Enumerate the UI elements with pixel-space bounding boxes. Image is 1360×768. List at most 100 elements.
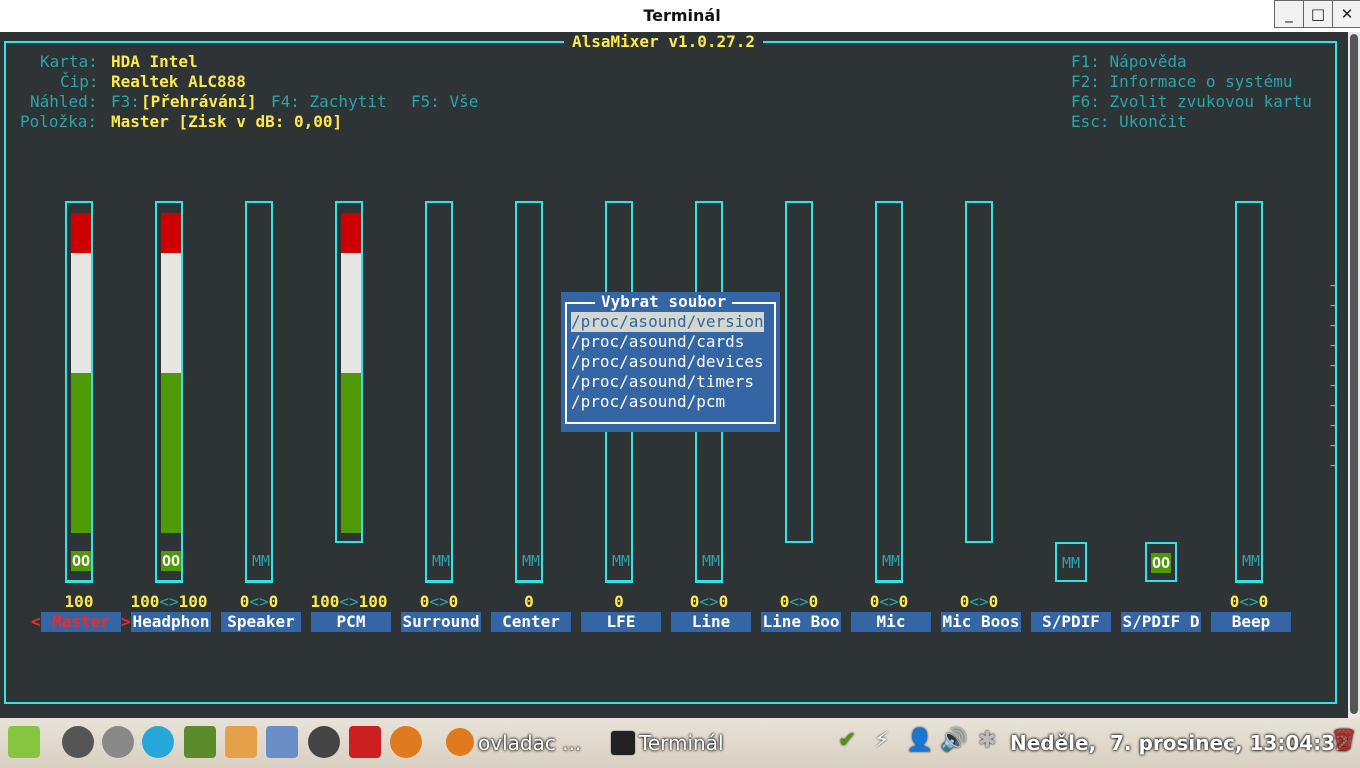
volume-bar[interactable]	[1235, 201, 1263, 583]
mute-toggle[interactable]: MM	[875, 542, 903, 582]
mute-state: MM	[881, 552, 901, 570]
volume-bar[interactable]	[245, 201, 273, 583]
selection-marker-left: <	[31, 612, 41, 631]
level-value: 0<>0	[959, 592, 999, 611]
channel-name[interactable]: S/PDIF	[1031, 612, 1111, 632]
view-f3-value[interactable]: [Přehrávání]	[141, 92, 257, 112]
scrollbar-thumb[interactable]	[1350, 34, 1358, 714]
minimize-button[interactable]: _	[1274, 0, 1304, 28]
window-titlebar: Terminál _ □ ✕	[0, 0, 1360, 33]
scroll-indicator: → → → → → → → → → →	[1330, 278, 1338, 472]
volume-bar[interactable]	[515, 201, 543, 583]
volume-fill	[161, 253, 181, 373]
system-info-key[interactable]: F2: Informace o systému	[1071, 72, 1293, 92]
clock[interactable]: Neděle, 7. prosinec, 13:04:32	[1010, 731, 1349, 755]
mute-toggle[interactable]: MM	[515, 542, 543, 582]
level-value: 100<>100	[130, 592, 208, 611]
mint-menu-icon[interactable]	[8, 726, 40, 758]
quit-key[interactable]: Esc: Ukončit	[1071, 112, 1187, 132]
mute-toggle[interactable]: MM	[1055, 542, 1087, 582]
selection-marker-right: >	[121, 612, 131, 631]
user-icon[interactable]: 👤	[906, 728, 933, 753]
volume-bar[interactable]	[875, 201, 903, 583]
dialog-item-version[interactable]: /proc/asound/version	[571, 312, 764, 332]
mute-state: MM	[611, 552, 631, 570]
ubuntu-icon[interactable]	[184, 726, 216, 758]
speaker-app-icon[interactable]	[308, 726, 340, 758]
channel-name[interactable]: Master	[41, 612, 121, 632]
channel-name[interactable]: Beep	[1211, 612, 1291, 632]
terminal-scrollbar[interactable]	[1348, 32, 1360, 718]
image-viewer-icon[interactable]	[225, 726, 257, 758]
channel-name[interactable]: Mic Boos	[941, 612, 1021, 632]
task-firefox-icon[interactable]	[446, 728, 474, 756]
channel-name[interactable]: Line	[671, 612, 751, 632]
camera-icon[interactable]	[62, 726, 94, 758]
help-key[interactable]: F1: Nápověda	[1071, 52, 1187, 72]
bluetooth-icon[interactable]: ✱	[978, 728, 996, 753]
dialog-item-pcm[interactable]: /proc/asound/pcm	[571, 392, 725, 412]
mute-toggle[interactable]: MM	[425, 542, 453, 582]
channel-name[interactable]: Line Boo	[761, 612, 841, 632]
level-value: 0	[524, 592, 534, 611]
task-firefox[interactable]: ovladac ...	[478, 731, 581, 755]
volume-icon[interactable]: 🔊	[940, 728, 967, 753]
trash-icon[interactable]: 🗑	[1330, 728, 1358, 753]
network-icon[interactable]: ⚡	[874, 728, 889, 753]
speedometer-icon[interactable]	[102, 726, 134, 758]
opera-icon[interactable]	[349, 726, 381, 758]
card-label: Karta:	[40, 52, 98, 71]
select-file-dialog: Vybrat soubor /proc/asound/version /proc…	[561, 292, 780, 432]
firefox-icon[interactable]	[390, 726, 422, 758]
volume-bar[interactable]	[965, 201, 993, 543]
volume-bar[interactable]	[425, 201, 453, 583]
close-button[interactable]: ✕	[1332, 0, 1360, 28]
dialog-item-timers[interactable]: /proc/asound/timers	[571, 372, 754, 392]
channel-name[interactable]: S/PDIF D	[1121, 612, 1201, 632]
dialog-title: Vybrat soubor	[595, 292, 733, 312]
dialog-item-cards[interactable]: /proc/asound/cards	[571, 332, 744, 352]
level-value: 0<>0	[779, 592, 819, 611]
channel-name[interactable]: PCM	[311, 612, 391, 632]
dialog-item-devices[interactable]: /proc/asound/devices	[571, 352, 764, 372]
volume-bar[interactable]	[65, 201, 93, 583]
task-terminal[interactable]: Terminál	[639, 731, 724, 755]
mute-state: OO	[71, 551, 91, 571]
window-title: Terminál	[643, 6, 721, 25]
mute-toggle[interactable]: MM	[695, 542, 723, 582]
channel-name[interactable]: Speaker	[221, 612, 301, 632]
update-shield-icon[interactable]: ✔	[838, 728, 856, 753]
channel-name[interactable]: Surround	[401, 612, 481, 632]
volume-bar[interactable]	[785, 201, 813, 543]
view-f5[interactable]: F5: Vše	[411, 92, 478, 112]
mixer-title: AlsaMixer v1.0.27.2	[564, 32, 764, 52]
volume-bar[interactable]	[335, 201, 363, 543]
mute-toggle[interactable]: MM	[1235, 542, 1263, 582]
volume-fill	[71, 253, 91, 373]
volume-fill	[161, 373, 181, 533]
volume-fill	[71, 213, 91, 253]
mute-toggle[interactable]: OO	[65, 542, 93, 582]
mute-state: MM	[1061, 554, 1081, 572]
terminal-icon[interactable]	[610, 730, 636, 756]
maximize-button[interactable]: □	[1303, 0, 1333, 28]
volume-fill	[341, 373, 361, 533]
mute-state: OO	[1151, 553, 1171, 573]
channel-name[interactable]: Mic	[851, 612, 931, 632]
sphere-icon[interactable]	[142, 726, 174, 758]
level-value: 0<>0	[1229, 592, 1269, 611]
mute-toggle[interactable]: MM	[245, 542, 273, 582]
mute-state: MM	[431, 552, 451, 570]
mute-toggle[interactable]: MM	[605, 542, 633, 582]
channel-name[interactable]: Headphon	[131, 612, 211, 632]
volume-fill	[71, 373, 91, 533]
folder-icon[interactable]	[266, 726, 298, 758]
volume-fill	[341, 213, 361, 253]
view-f4[interactable]: F4: Zachytit	[271, 92, 387, 112]
select-card-key[interactable]: F6: Zvolit zvukovou kartu	[1071, 92, 1312, 112]
channel-name[interactable]: LFE	[581, 612, 661, 632]
channel-name[interactable]: Center	[491, 612, 571, 632]
mute-toggle[interactable]: OO	[155, 542, 183, 582]
volume-bar[interactable]	[155, 201, 183, 583]
mute-toggle[interactable]: OO	[1145, 542, 1177, 582]
